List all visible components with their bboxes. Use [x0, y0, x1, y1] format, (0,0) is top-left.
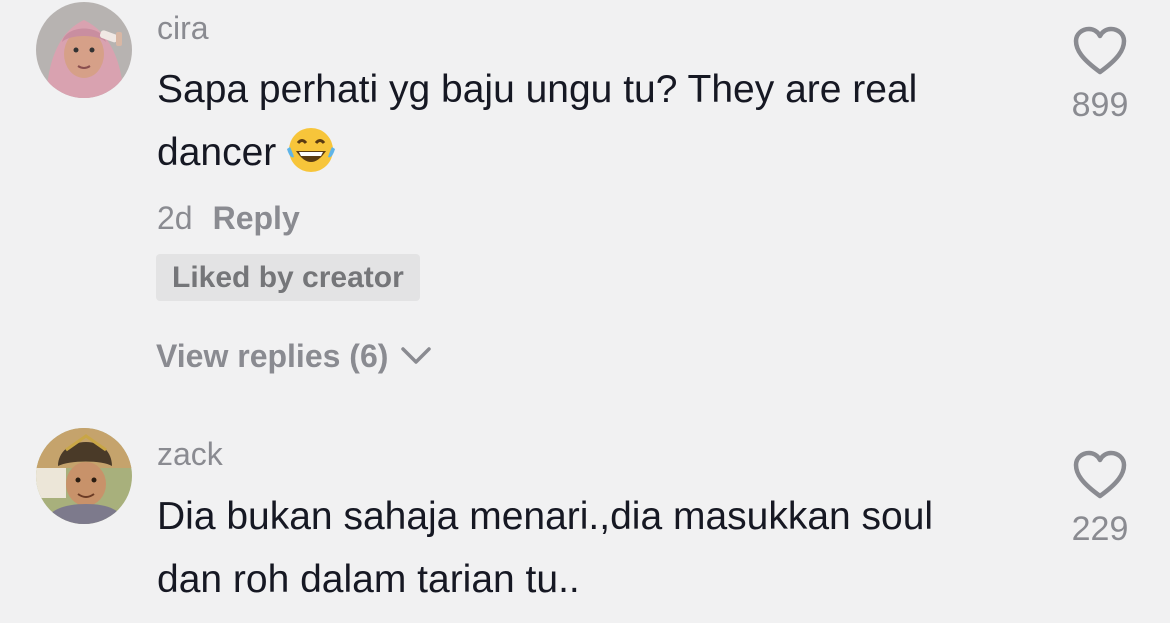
laughing-emoji-icon	[284, 125, 338, 194]
heart-outline-icon	[1073, 26, 1127, 75]
chevron-down-icon	[401, 347, 432, 364]
like-button[interactable]: 899	[1060, 26, 1140, 125]
like-button[interactable]: 229	[1060, 450, 1140, 549]
avatar[interactable]	[36, 2, 132, 98]
comment-username[interactable]: cira	[157, 8, 209, 48]
comment-text: Dia bukan sahaja menari.,dia masukkan so…	[157, 495, 934, 601]
like-count: 229	[1071, 510, 1129, 548]
avatar-image	[36, 428, 132, 524]
comment-text: Sapa perhati yg baju ungu tu? They are r…	[157, 58, 1037, 194]
comment-item: cira Sapa perhati yg baju ungu tu? They …	[0, 0, 1170, 410]
view-replies-button[interactable]: View replies (6)	[156, 336, 432, 376]
comment-username[interactable]: zack	[157, 434, 223, 474]
avatar-image	[36, 2, 132, 98]
comment-item: zack Dia bukan sahaja menari.,dia masukk…	[0, 410, 1170, 623]
reply-button[interactable]: Reply	[213, 200, 300, 236]
comment-age: 2d	[157, 200, 193, 236]
liked-by-creator-badge: Liked by creator	[156, 254, 420, 301]
avatar[interactable]	[36, 428, 132, 524]
comment-meta: 2d Reply	[157, 198, 300, 238]
comment-text-body: Sapa perhati yg baju ungu tu? They are r…	[157, 68, 918, 174]
view-replies-label: View replies (6)	[156, 338, 389, 374]
like-count: 899	[1071, 86, 1129, 124]
heart-outline-icon	[1073, 450, 1127, 499]
